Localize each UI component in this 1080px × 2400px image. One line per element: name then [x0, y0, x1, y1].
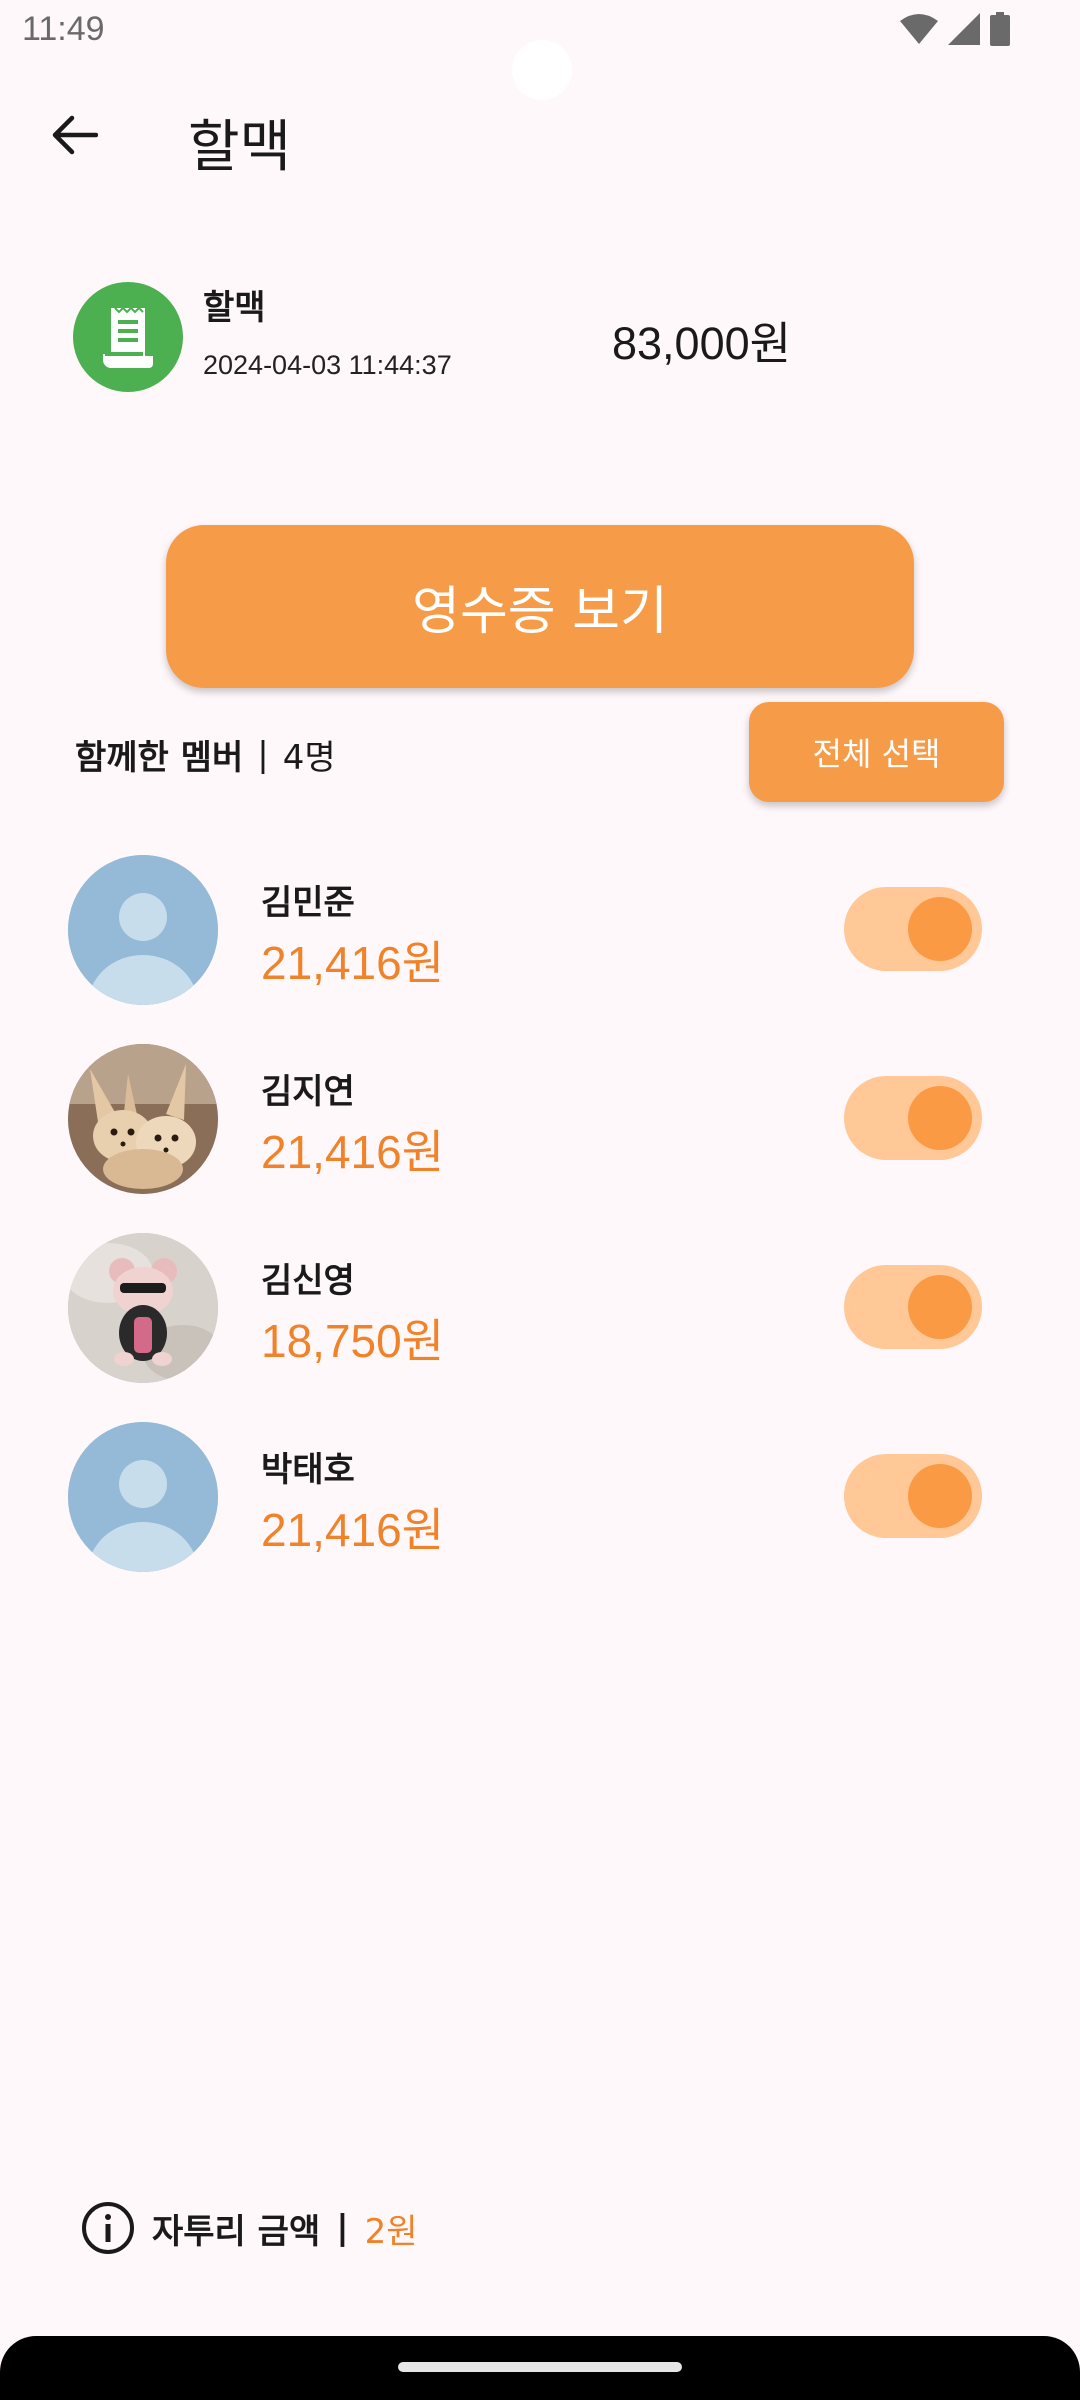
remainder-label: 자투리 금액: [152, 2211, 321, 2252]
avatar: [68, 1233, 218, 1383]
member-name: 김민준: [261, 883, 355, 923]
signal-icon: [948, 13, 980, 45]
select-all-button[interactable]: 전체 선택: [749, 702, 1004, 802]
expense-datetime: 2024-04-03 11:44:37: [203, 350, 452, 380]
members-label: 함께한 멤버: [75, 738, 244, 778]
member-name: 박태호: [261, 1450, 355, 1490]
member-amount: 21,416원: [261, 1504, 445, 1556]
member-include-toggle[interactable]: [844, 1454, 982, 1538]
members-separator: |: [257, 734, 269, 775]
info-icon: [82, 2202, 134, 2254]
member-name: 김지연: [261, 1072, 355, 1112]
battery-icon: [990, 12, 1010, 46]
members-header: 함께한 멤버 | 4명: [75, 730, 336, 779]
default-avatar-icon: [68, 855, 218, 1005]
member-amount: 18,750원: [261, 1315, 445, 1367]
default-avatar-icon: [68, 1422, 218, 1572]
back-button[interactable]: [34, 95, 114, 175]
member-name: 김신영: [261, 1261, 355, 1301]
fennec-fox-photo-icon: [68, 1044, 218, 1194]
member-row: 박태호 21,416원: [68, 1422, 1012, 1572]
status-time: 11:49: [22, 10, 105, 48]
view-receipt-button[interactable]: 영수증 보기: [166, 525, 914, 688]
expense-name: 할맥: [203, 288, 266, 328]
member-include-toggle[interactable]: [844, 887, 982, 971]
camera-cutout: [512, 40, 572, 100]
member-amount: 21,416원: [261, 937, 445, 989]
members-count: 4명: [282, 738, 336, 778]
member-row: 김민준 21,416원: [68, 855, 1012, 1005]
plush-toy-photo-icon: [68, 1233, 218, 1383]
page-title: 할맥: [188, 115, 292, 180]
avatar: [68, 855, 218, 1005]
toggle-thumb: [908, 897, 972, 961]
arrow-back-icon: [52, 115, 98, 155]
remainder-value: 2원: [364, 2211, 418, 2252]
member-amount: 21,416원: [261, 1126, 445, 1178]
member-row: 김신영 18,750원: [68, 1233, 1012, 1383]
remainder-info: 자투리 금액 | 2원: [80, 2200, 418, 2256]
avatar: [68, 1044, 218, 1194]
receipt-icon: [103, 306, 153, 368]
home-indicator[interactable]: [398, 2362, 682, 2372]
wifi-icon: [900, 14, 938, 44]
expense-category-badge: [73, 282, 183, 392]
toggle-thumb: [908, 1275, 972, 1339]
toggle-thumb: [908, 1086, 972, 1150]
avatar: [68, 1422, 218, 1572]
member-include-toggle[interactable]: [844, 1265, 982, 1349]
member-include-toggle[interactable]: [844, 1076, 982, 1160]
member-row: 김지연 21,416원: [68, 1044, 1012, 1194]
remainder-separator: |: [336, 2208, 349, 2248]
status-icons: [900, 12, 1010, 46]
expense-total-amount: 83,000원: [612, 318, 792, 369]
toggle-thumb: [908, 1464, 972, 1528]
